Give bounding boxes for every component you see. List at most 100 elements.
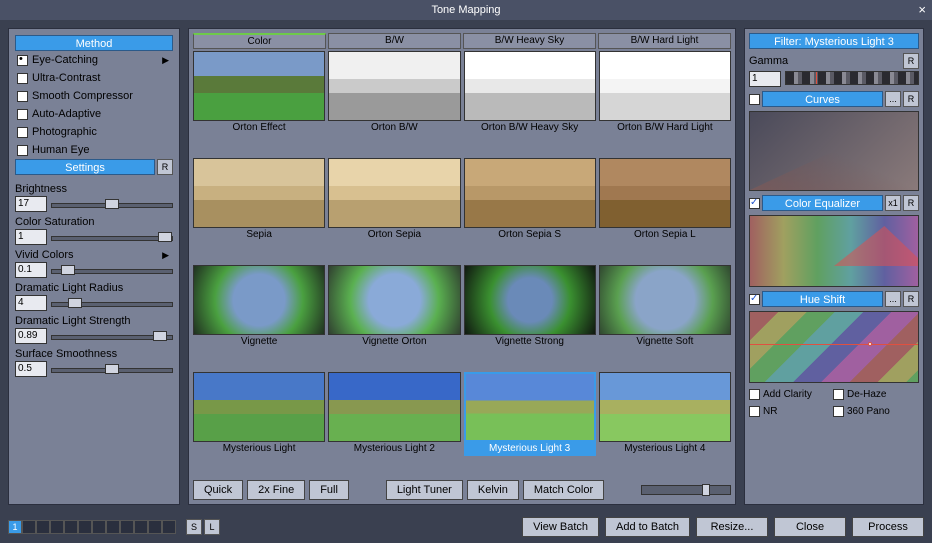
coloreq-panel[interactable] bbox=[749, 215, 919, 287]
method-item-4[interactable]: Photographic bbox=[15, 123, 173, 141]
preset-2[interactable]: Orton B/W Heavy Sky bbox=[464, 51, 596, 155]
pager-cell-11[interactable] bbox=[162, 520, 176, 534]
option-checkbox[interactable] bbox=[833, 406, 844, 417]
preset-1[interactable]: Orton B/W bbox=[328, 51, 460, 155]
pager-cell-6[interactable] bbox=[92, 520, 106, 534]
preset-10[interactable]: Vignette Strong bbox=[464, 265, 596, 369]
curves-panel[interactable] bbox=[749, 111, 919, 191]
preview-slider[interactable] bbox=[641, 485, 731, 495]
pager-cell-4[interactable] bbox=[64, 520, 78, 534]
preset-tab-3[interactable]: B/W Hard Light bbox=[598, 33, 731, 49]
coloreq-reset-button[interactable]: R bbox=[903, 195, 919, 211]
pager-cell-7[interactable] bbox=[106, 520, 120, 534]
slider-value-2[interactable]: 0.1 bbox=[15, 262, 47, 278]
close-icon[interactable]: × bbox=[918, 2, 926, 17]
slider-value-4[interactable]: 0.89 bbox=[15, 328, 47, 344]
pager-cell-5[interactable] bbox=[78, 520, 92, 534]
method-item-5[interactable]: Human Eye bbox=[15, 141, 173, 159]
slider-track-1[interactable] bbox=[51, 230, 173, 244]
slider-track-4[interactable] bbox=[51, 329, 173, 343]
pager-cell-3[interactable] bbox=[50, 520, 64, 534]
method-item-0[interactable]: Eye-Catching▶ bbox=[15, 51, 173, 69]
tool-button-1[interactable]: Kelvin bbox=[467, 480, 519, 500]
gamma-reset-button[interactable]: R bbox=[903, 53, 919, 69]
method-radio[interactable] bbox=[17, 55, 28, 66]
view-size-L[interactable]: L bbox=[204, 519, 220, 535]
slider-track-3[interactable] bbox=[51, 296, 173, 310]
preset-7[interactable]: Orton Sepia L bbox=[599, 158, 731, 262]
hueshift-more-button[interactable]: ... bbox=[885, 291, 901, 307]
chevron-right-icon[interactable]: ▶ bbox=[162, 250, 169, 261]
method-radio[interactable] bbox=[17, 145, 28, 156]
preset-3[interactable]: Orton B/W Hard Light bbox=[599, 51, 731, 155]
preset-0[interactable]: Orton Effect bbox=[193, 51, 325, 155]
slider-thumb[interactable] bbox=[105, 364, 119, 374]
view-size-S[interactable]: S bbox=[186, 519, 202, 535]
pager-cell-10[interactable] bbox=[148, 520, 162, 534]
footer-button-process[interactable]: Process bbox=[852, 517, 924, 537]
option-2[interactable]: NR bbox=[749, 406, 827, 417]
slider-thumb[interactable] bbox=[153, 331, 167, 341]
footer-button-viewbatch[interactable]: View Batch bbox=[522, 517, 599, 537]
preset-9[interactable]: Vignette Orton bbox=[328, 265, 460, 369]
quality-button-1[interactable]: 2x Fine bbox=[247, 480, 305, 500]
quality-button-2[interactable]: Full bbox=[309, 480, 349, 500]
preset-6[interactable]: Orton Sepia S bbox=[464, 158, 596, 262]
preset-4[interactable]: Sepia bbox=[193, 158, 325, 262]
gamma-value[interactable]: 1 bbox=[749, 71, 781, 87]
hueshift-reset-button[interactable]: R bbox=[903, 291, 919, 307]
slider-value-0[interactable]: 17 bbox=[15, 196, 47, 212]
tool-button-0[interactable]: Light Tuner bbox=[386, 480, 463, 500]
coloreq-checkbox[interactable] bbox=[749, 198, 760, 209]
slider-thumb[interactable] bbox=[158, 232, 172, 242]
quality-button-0[interactable]: Quick bbox=[193, 480, 243, 500]
slider-thumb[interactable] bbox=[105, 199, 119, 209]
preset-15[interactable]: Mysterious Light 4 bbox=[599, 372, 731, 476]
method-item-3[interactable]: Auto-Adaptive bbox=[15, 105, 173, 123]
option-0[interactable]: Add Clarity bbox=[749, 389, 827, 400]
option-3[interactable]: 360 Pano bbox=[833, 406, 911, 417]
curves-reset-button[interactable]: R bbox=[903, 91, 919, 107]
footer-button-addtobatch[interactable]: Add to Batch bbox=[605, 517, 690, 537]
footer-button-close[interactable]: Close bbox=[774, 517, 846, 537]
coloreq-x1-button[interactable]: x1 bbox=[885, 195, 901, 211]
method-radio[interactable] bbox=[17, 127, 28, 138]
preset-8[interactable]: Vignette bbox=[193, 265, 325, 369]
tool-button-2[interactable]: Match Color bbox=[523, 480, 604, 500]
preset-11[interactable]: Vignette Soft bbox=[599, 265, 731, 369]
preset-tab-0[interactable]: Color bbox=[193, 33, 326, 49]
slider-track-0[interactable] bbox=[51, 197, 173, 211]
footer-button-resize[interactable]: Resize... bbox=[696, 517, 768, 537]
method-item-2[interactable]: Smooth Compressor bbox=[15, 87, 173, 105]
slider-thumb[interactable] bbox=[61, 265, 75, 275]
preset-12[interactable]: Mysterious Light bbox=[193, 372, 325, 476]
method-radio[interactable] bbox=[17, 73, 28, 84]
slider-track-5[interactable] bbox=[51, 362, 173, 376]
preset-tab-1[interactable]: B/W bbox=[328, 33, 461, 49]
slider-value-1[interactable]: 1 bbox=[15, 229, 47, 245]
preset-13[interactable]: Mysterious Light 2 bbox=[328, 372, 460, 476]
slider-track-2[interactable] bbox=[51, 263, 173, 277]
hueshift-checkbox[interactable] bbox=[749, 294, 760, 305]
slider-thumb[interactable] bbox=[68, 298, 82, 308]
curves-more-button[interactable]: ... bbox=[885, 91, 901, 107]
pager-cell-8[interactable] bbox=[120, 520, 134, 534]
option-1[interactable]: De-Haze bbox=[833, 389, 911, 400]
option-checkbox[interactable] bbox=[833, 389, 844, 400]
slider-value-3[interactable]: 4 bbox=[15, 295, 47, 311]
curves-checkbox[interactable] bbox=[749, 94, 760, 105]
method-radio[interactable] bbox=[17, 91, 28, 102]
pager-cell-2[interactable] bbox=[36, 520, 50, 534]
preset-5[interactable]: Orton Sepia bbox=[328, 158, 460, 262]
gamma-slider[interactable] bbox=[785, 71, 919, 85]
pager-cell-1[interactable] bbox=[22, 520, 36, 534]
method-item-1[interactable]: Ultra-Contrast bbox=[15, 69, 173, 87]
slider-value-5[interactable]: 0.5 bbox=[15, 361, 47, 377]
pager-cell-9[interactable] bbox=[134, 520, 148, 534]
option-checkbox[interactable] bbox=[749, 406, 760, 417]
preset-tab-2[interactable]: B/W Heavy Sky bbox=[463, 33, 596, 49]
preset-14[interactable]: Mysterious Light 3 bbox=[464, 372, 596, 476]
option-checkbox[interactable] bbox=[749, 389, 760, 400]
pager-cell-0[interactable]: 1 bbox=[8, 520, 22, 534]
method-radio[interactable] bbox=[17, 109, 28, 120]
